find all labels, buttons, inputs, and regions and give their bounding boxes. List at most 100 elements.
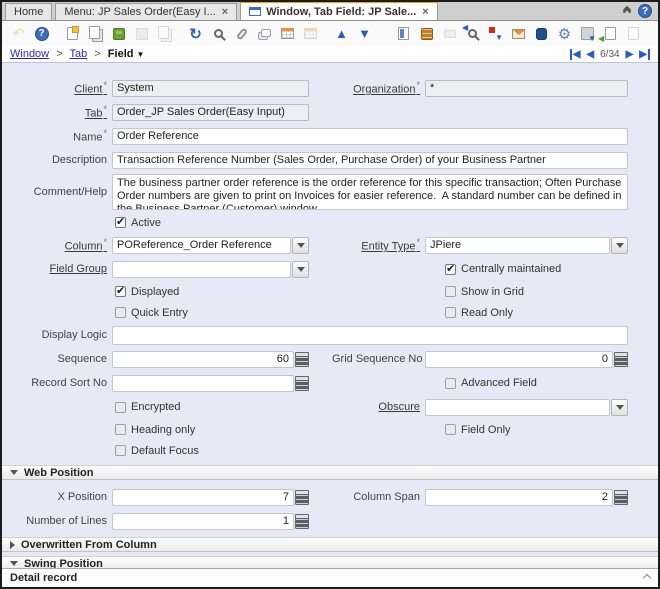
parent-record-icon[interactable]: ▲ bbox=[333, 25, 350, 42]
advanced-field-checkbox[interactable] bbox=[445, 378, 456, 389]
tab-home[interactable]: Home bbox=[5, 3, 52, 20]
calculator-icon[interactable] bbox=[295, 514, 309, 529]
column-dropdown-button[interactable] bbox=[292, 237, 309, 254]
obscure-input[interactable] bbox=[425, 399, 610, 416]
grid-sequence-no-input[interactable] bbox=[425, 351, 613, 368]
csv-import-icon[interactable] bbox=[602, 25, 619, 42]
displayed-checkbox[interactable] bbox=[115, 286, 126, 297]
description-input[interactable] bbox=[112, 152, 628, 169]
breadcrumb-current[interactable]: Field bbox=[108, 48, 134, 60]
process-icon[interactable]: ⚙ bbox=[556, 25, 573, 42]
show-in-grid-checkbox[interactable] bbox=[445, 286, 456, 297]
tab-field[interactable] bbox=[112, 104, 309, 121]
tab-window-tab-field[interactable]: Window, Tab Field: JP Sale... × bbox=[240, 1, 438, 20]
next-record-icon[interactable]: ▶ bbox=[626, 49, 634, 60]
heading-only-label: Heading only bbox=[131, 424, 195, 436]
help-icon[interactable]: ? bbox=[638, 4, 652, 18]
calculator-icon[interactable] bbox=[295, 352, 309, 367]
find-icon[interactable] bbox=[210, 25, 227, 42]
column-input[interactable] bbox=[112, 237, 291, 254]
obscure-label[interactable]: Obscure bbox=[332, 401, 425, 413]
centrally-maintained-checkbox[interactable] bbox=[445, 264, 456, 275]
field-group-input[interactable] bbox=[112, 261, 291, 278]
client-label[interactable]: Client bbox=[2, 80, 112, 96]
quickentry-readonly-row: Quick Entry Read Only bbox=[2, 302, 658, 323]
attachment-icon[interactable] bbox=[233, 25, 250, 42]
save-create-icon[interactable] bbox=[156, 25, 173, 42]
tab-row: Tab bbox=[2, 100, 658, 124]
copy-record-icon[interactable] bbox=[87, 25, 104, 42]
entity-type-label[interactable]: Entity Type bbox=[332, 237, 425, 253]
grid-toggle-icon[interactable] bbox=[279, 25, 296, 42]
active-label: Active bbox=[131, 217, 161, 229]
chevron-up-icon[interactable] bbox=[643, 574, 651, 582]
encrypted-checkbox[interactable] bbox=[115, 402, 126, 413]
calculator-icon[interactable] bbox=[614, 352, 628, 367]
tab-menu-jp-sales-order[interactable]: Menu: JP Sales Order(Easy I... × bbox=[55, 3, 237, 20]
undo-icon[interactable]: ↶ bbox=[10, 25, 27, 42]
section-overwritten-from-column[interactable]: Overwritten From Column bbox=[2, 537, 658, 552]
help-toolbar-icon[interactable]: ? bbox=[33, 25, 50, 42]
x-position-input[interactable] bbox=[112, 489, 294, 506]
export-icon[interactable] bbox=[579, 25, 596, 42]
detail-record-bar[interactable]: Detail record bbox=[2, 568, 658, 587]
section-web-position[interactable]: Web Position bbox=[2, 465, 658, 480]
column-span-input[interactable] bbox=[425, 489, 613, 506]
calculator-icon[interactable] bbox=[295, 376, 309, 391]
record-access-icon[interactable] bbox=[533, 25, 550, 42]
tab-home-label: Home bbox=[14, 6, 43, 18]
display-logic-textarea[interactable] bbox=[112, 326, 628, 345]
quick-entry-checkbox[interactable] bbox=[115, 307, 126, 318]
column-label[interactable]: Column bbox=[2, 237, 112, 253]
collapse-header-icon[interactable] bbox=[624, 7, 630, 15]
entity-type-input[interactable] bbox=[425, 237, 610, 254]
detail-record-icon[interactable]: ▼ bbox=[356, 25, 373, 42]
comment-help-textarea[interactable]: The business partner order reference is … bbox=[112, 174, 628, 210]
heading-only-checkbox[interactable] bbox=[115, 424, 126, 435]
description-label: Description bbox=[2, 154, 112, 166]
archive-icon[interactable] bbox=[418, 25, 435, 42]
sequence-input[interactable] bbox=[112, 351, 294, 368]
previous-record-icon[interactable]: ◀ bbox=[586, 49, 594, 60]
advanced-field-label: Advanced Field bbox=[461, 377, 537, 389]
calculator-icon[interactable] bbox=[295, 490, 309, 505]
entity-type-dropdown-button[interactable] bbox=[611, 237, 628, 254]
close-icon[interactable]: × bbox=[222, 6, 228, 18]
detail-toggle-icon[interactable] bbox=[302, 25, 319, 42]
close-icon[interactable]: × bbox=[422, 6, 428, 18]
default-focus-checkbox[interactable] bbox=[115, 445, 126, 456]
new-record-icon[interactable] bbox=[64, 25, 81, 42]
field-only-checkbox[interactable] bbox=[445, 424, 456, 435]
name-input[interactable] bbox=[112, 128, 628, 145]
chat-icon[interactable] bbox=[256, 25, 273, 42]
client-field[interactable] bbox=[112, 80, 309, 97]
first-record-icon[interactable]: ◀ bbox=[570, 49, 581, 60]
record-sort-no-input[interactable] bbox=[112, 375, 294, 392]
last-record-icon[interactable]: ▶ bbox=[639, 49, 650, 60]
tab-label[interactable]: Tab bbox=[2, 104, 112, 120]
section-web-position-label: Web Position bbox=[24, 467, 93, 479]
zoom-across-icon[interactable]: ◀ bbox=[464, 25, 481, 42]
obscure-dropdown-button[interactable] bbox=[611, 399, 628, 416]
print-icon[interactable] bbox=[441, 25, 458, 42]
breadcrumb-tab-link[interactable]: Tab bbox=[69, 48, 87, 60]
refresh-icon[interactable]: ↻ bbox=[187, 25, 204, 42]
report-icon[interactable] bbox=[395, 25, 412, 42]
organization-field[interactable] bbox=[425, 80, 628, 97]
post-it-icon[interactable] bbox=[625, 25, 642, 42]
chevron-down-icon[interactable]: ▼ bbox=[137, 50, 145, 59]
number-of-lines-input[interactable] bbox=[112, 513, 294, 530]
delete-record-icon[interactable] bbox=[110, 25, 127, 42]
read-only-checkbox[interactable] bbox=[445, 307, 456, 318]
organization-label[interactable]: Organization bbox=[332, 80, 425, 96]
calculator-icon[interactable] bbox=[614, 490, 628, 505]
requests-icon[interactable] bbox=[510, 25, 527, 42]
field-group-dropdown-button[interactable] bbox=[292, 261, 309, 278]
section-swing-position[interactable]: Swing Position bbox=[2, 556, 658, 568]
workflow-icon[interactable] bbox=[487, 25, 504, 42]
column-span-label: Column Span bbox=[332, 491, 425, 503]
breadcrumb-window-link[interactable]: Window bbox=[10, 48, 49, 60]
field-group-label[interactable]: Field Group bbox=[2, 263, 112, 275]
active-checkbox[interactable] bbox=[115, 217, 126, 228]
save-icon[interactable] bbox=[133, 25, 150, 42]
